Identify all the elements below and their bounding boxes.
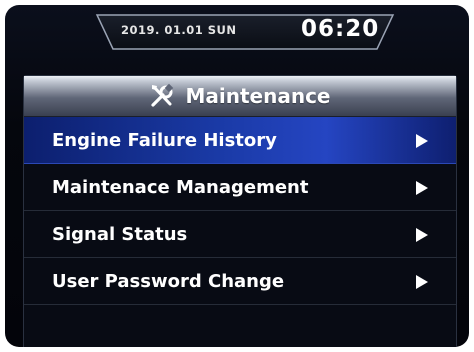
play-arrow-icon <box>416 134 428 148</box>
time-display: 06:20 <box>301 16 380 42</box>
panel-header: Maintenance <box>24 76 456 117</box>
menu-item-label: Signal Status <box>52 223 188 245</box>
menu-item-user-password-change[interactable]: User Password Change <box>24 258 456 305</box>
date-display: 2019. 01.01 SUN <box>121 23 237 37</box>
menu-item-signal-status[interactable]: Signal Status <box>24 211 456 258</box>
tools-icon <box>151 83 174 107</box>
display-screen: 2019. 01.01 SUN 06:20 Maintenance Engine… <box>5 5 469 347</box>
panel-title: Maintenance <box>185 84 331 108</box>
play-arrow-icon <box>416 228 428 242</box>
menu-item-engine-failure-history[interactable]: Engine Failure History <box>24 117 456 164</box>
menu-item-maintenance-management[interactable]: Maintenace Management <box>24 164 456 211</box>
status-bar: 2019. 01.01 SUN 06:20 <box>95 13 395 51</box>
maintenance-panel: Maintenance Engine Failure History Maint… <box>23 75 457 347</box>
play-arrow-icon <box>416 275 428 289</box>
menu-item-label: Maintenace Management <box>52 176 309 198</box>
menu-item-label: Engine Failure History <box>52 129 277 151</box>
play-arrow-icon <box>416 181 428 195</box>
menu-item-label: User Password Change <box>52 270 285 292</box>
